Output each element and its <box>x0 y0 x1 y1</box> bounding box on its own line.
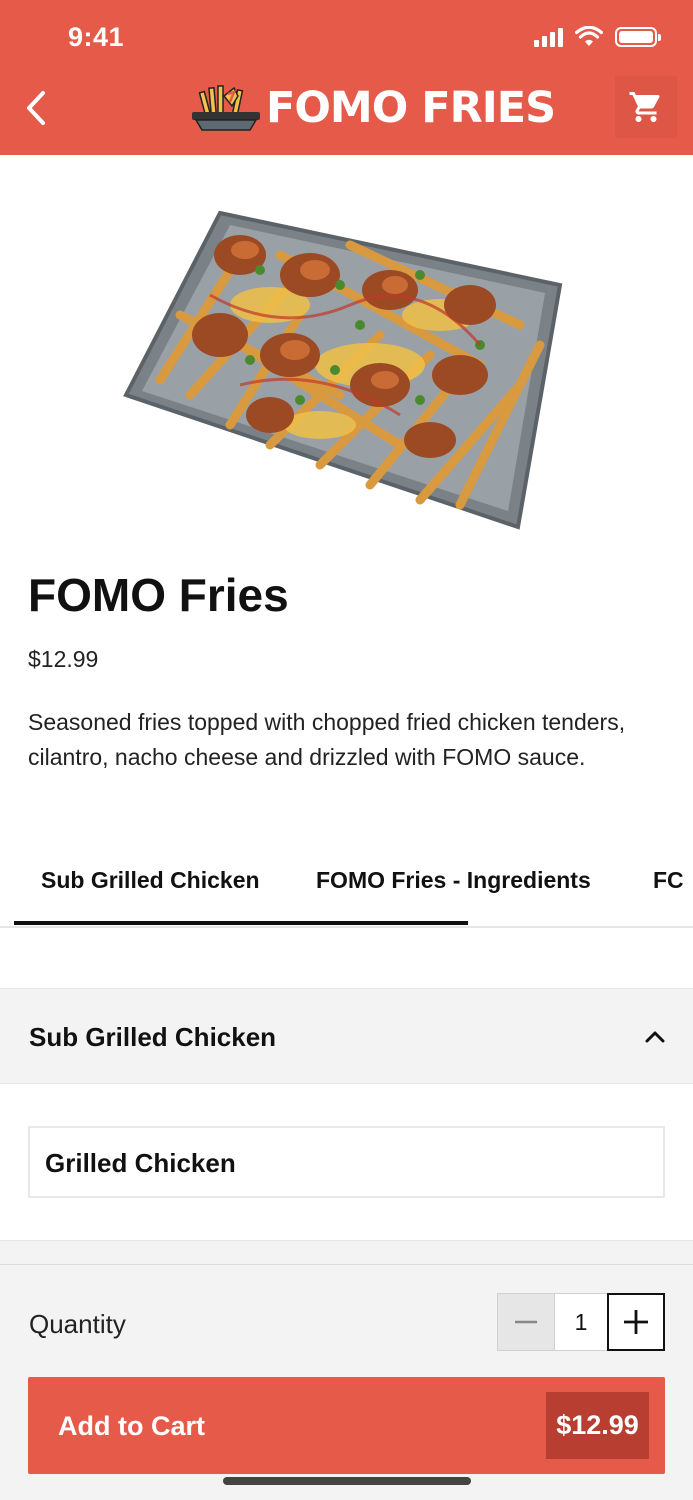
decrease-quantity-button[interactable] <box>497 1293 555 1351</box>
tab-fc[interactable]: FC <box>653 867 693 894</box>
order-footer: Quantity 1 Add to Cart $12.99 <box>0 1264 693 1500</box>
option-grilled-chicken[interactable]: Grilled Chicken <box>28 1126 665 1198</box>
status-icons <box>534 26 661 48</box>
add-to-cart-label: Add to Cart <box>58 1411 205 1441</box>
brand-logo: FOMO FRIES <box>190 82 556 134</box>
back-button[interactable] <box>18 88 54 128</box>
tab-sub-grilled-chicken[interactable]: Sub Grilled Chicken <box>41 867 260 894</box>
add-to-cart-button[interactable]: Add to Cart $12.99 <box>28 1377 665 1474</box>
quantity-stepper: 1 <box>497 1293 665 1351</box>
chevron-up-icon <box>645 1031 665 1043</box>
section-title: Sub Grilled Chicken <box>29 1022 277 1052</box>
battery-icon <box>615 27 661 47</box>
product-description: Seasoned fries topped with chopped fried… <box>28 709 626 770</box>
app-header: 9:41 FOMO FRIES <box>0 0 693 155</box>
plus-icon <box>624 1310 648 1334</box>
status-time: 9:41 <box>68 22 125 52</box>
chevron-left-icon <box>27 91 45 125</box>
tab-fomo-fries-ingredients[interactable]: FOMO Fries - Ingredients <box>316 867 591 894</box>
product-name: FOMO Fries <box>28 569 289 621</box>
cart-button[interactable] <box>615 76 677 138</box>
fries-logo-icon <box>192 85 260 131</box>
section-sub-grilled-chicken[interactable]: Sub Grilled Chicken <box>0 988 693 1084</box>
quantity-value[interactable]: 1 <box>554 1293 608 1351</box>
logo-text: FOMO FRIES <box>266 83 556 133</box>
cart-total: $12.99 <box>546 1392 649 1459</box>
product-price: $12.99 <box>28 646 99 672</box>
home-indicator <box>223 1477 471 1485</box>
cart-icon <box>629 92 660 122</box>
option-label: Grilled Chicken <box>45 1148 236 1178</box>
minus-icon <box>515 1320 537 1324</box>
increase-quantity-button[interactable] <box>607 1293 665 1351</box>
quantity-label: Quantity <box>29 1309 126 1339</box>
wifi-icon <box>575 26 603 46</box>
active-tab-indicator <box>14 921 468 925</box>
signal-icon <box>534 27 563 47</box>
fries-tray-image <box>123 210 563 530</box>
modifier-tabs: Sub Grilled Chicken FOMO Fries - Ingredi… <box>0 845 693 928</box>
